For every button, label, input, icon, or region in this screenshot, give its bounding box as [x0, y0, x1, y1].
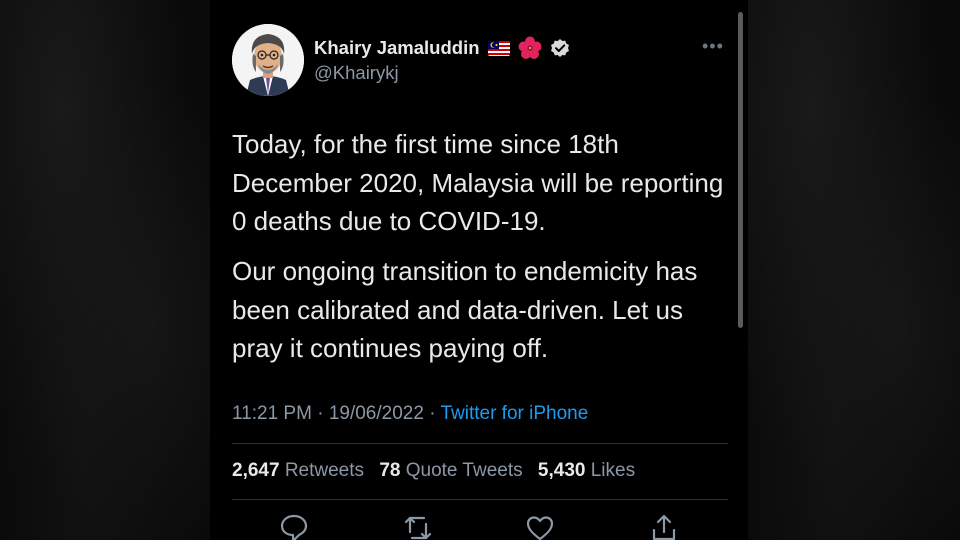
tweet-meta: 11:21 PM · 19/06/2022 · Twitter for iPho… — [232, 403, 588, 425]
engagement-stats: 2,647 Retweets 78 Quote Tweets 5,430 Lik… — [232, 460, 635, 482]
tweet-paragraph-1: Today, for the first time since 18th Dec… — [232, 129, 724, 236]
tweet-paragraph-2: Our ongoing transition to endemicity has… — [232, 256, 698, 363]
quote-tweets-label: Quote Tweets — [405, 460, 523, 481]
divider — [232, 443, 728, 444]
avatar-caricature — [232, 24, 304, 96]
retweets-label: Retweets — [284, 460, 365, 481]
quote-tweets-stat[interactable]: 78 Quote Tweets — [379, 460, 522, 481]
retweet-icon[interactable] — [402, 512, 434, 540]
retweets-count: 2,647 — [232, 460, 280, 481]
likes-count: 5,430 — [537, 460, 586, 481]
screenshot-stage: Khairy Jamaluddin @Khairykj ••• Today, f… — [0, 0, 960, 540]
likes-label: Likes — [590, 460, 636, 481]
reply-icon[interactable] — [278, 512, 310, 540]
retweets-stat[interactable]: 2,647 Retweets — [232, 460, 364, 481]
author-display-name[interactable]: Khairy Jamaluddin — [314, 37, 480, 59]
more-options-icon[interactable]: ••• — [702, 36, 724, 57]
scrollbar[interactable] — [738, 12, 743, 328]
share-icon[interactable] — [648, 512, 680, 540]
author-name-row: Khairy Jamaluddin — [314, 36, 570, 60]
hibiscus-icon — [518, 36, 542, 59]
author-handle[interactable]: @Khairykj — [314, 62, 399, 84]
meta-separator: · — [317, 403, 324, 424]
blurred-background-right — [748, 0, 960, 540]
avatar[interactable] — [232, 24, 304, 96]
verified-icon — [550, 39, 569, 57]
tweet-time[interactable]: 11:21 PM — [232, 403, 312, 424]
blurred-background-left — [0, 0, 210, 540]
tweet-date[interactable]: 19/06/2022 — [329, 403, 424, 424]
tweet-source-link[interactable]: Twitter for iPhone — [440, 403, 588, 424]
malaysia-flag-icon — [487, 40, 510, 56]
like-icon[interactable] — [524, 512, 556, 540]
meta-separator: · — [429, 403, 436, 424]
divider — [232, 499, 728, 500]
likes-stat[interactable]: 5,430 Likes — [538, 460, 635, 481]
quote-tweets-count: 78 — [379, 460, 401, 481]
